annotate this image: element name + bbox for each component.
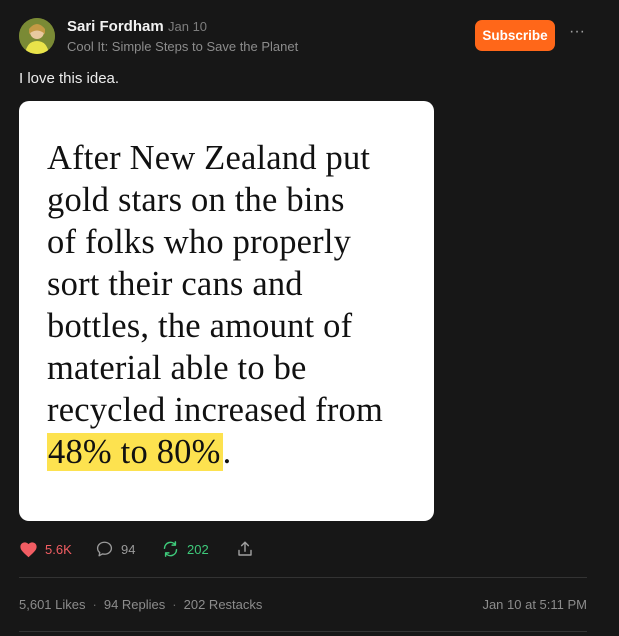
quote-line: of folks who properly xyxy=(47,223,352,261)
likes-stat[interactable]: 5,601 Likes xyxy=(19,597,86,612)
quote-tail: . xyxy=(222,433,232,471)
author-name[interactable]: Sari Fordham xyxy=(67,18,164,35)
separator-dot: · xyxy=(172,597,177,612)
like-count: 5.6K xyxy=(45,541,72,557)
post-timestamp[interactable]: Jan 10 at 5:11 PM xyxy=(482,597,587,612)
restack-icon xyxy=(163,541,178,557)
quote-highlight: 48% to 80% xyxy=(47,433,223,471)
reply-button[interactable]: 94 xyxy=(95,538,135,560)
avatar[interactable] xyxy=(19,18,55,54)
quote-line: bottles, the amount of xyxy=(47,307,353,345)
quote-line: After New Zealand put xyxy=(47,139,371,177)
quote-line: gold stars on the bins xyxy=(47,181,345,219)
post-text: I love this idea. xyxy=(19,70,120,87)
post-stats: 5,601 Likes · 94 Replies · 202 Restacks xyxy=(19,597,262,612)
share-icon xyxy=(238,541,252,556)
more-icon[interactable]: ··· xyxy=(567,24,587,46)
quote-line: sort their cans and xyxy=(47,265,303,303)
divider xyxy=(19,631,587,632)
heart-icon xyxy=(20,541,37,557)
image-quote: After New Zealand put gold stars on the … xyxy=(47,137,427,473)
post-image[interactable]: After New Zealand put gold stars on the … xyxy=(19,101,434,521)
quote-line-last: 48% to 80%. xyxy=(47,431,427,473)
separator-dot: · xyxy=(92,597,97,612)
publication-name[interactable]: Cool It: Simple Steps to Save the Planet xyxy=(67,39,298,54)
post-date[interactable]: Jan 10 xyxy=(168,19,207,34)
restack-count: 202 xyxy=(187,541,209,557)
reply-count: 94 xyxy=(121,541,136,557)
restack-button[interactable]: 202 xyxy=(161,538,209,560)
subscribe-button[interactable]: Subscribe xyxy=(475,20,555,51)
quote-line: material able to be xyxy=(47,349,307,387)
replies-stat[interactable]: 94 Replies xyxy=(104,597,165,612)
divider xyxy=(19,577,587,578)
note-post: Sari Fordham Jan 10 Cool It: Simple Step… xyxy=(0,0,619,636)
comment-icon xyxy=(96,541,113,557)
like-button[interactable]: 5.6K xyxy=(19,538,72,560)
share-button[interactable] xyxy=(236,538,254,560)
avatar-image xyxy=(19,18,55,54)
quote-line: recycled increased from xyxy=(47,391,383,429)
restacks-stat[interactable]: 202 Restacks xyxy=(184,597,263,612)
action-bar: 5.6K 94 202 xyxy=(19,538,279,560)
